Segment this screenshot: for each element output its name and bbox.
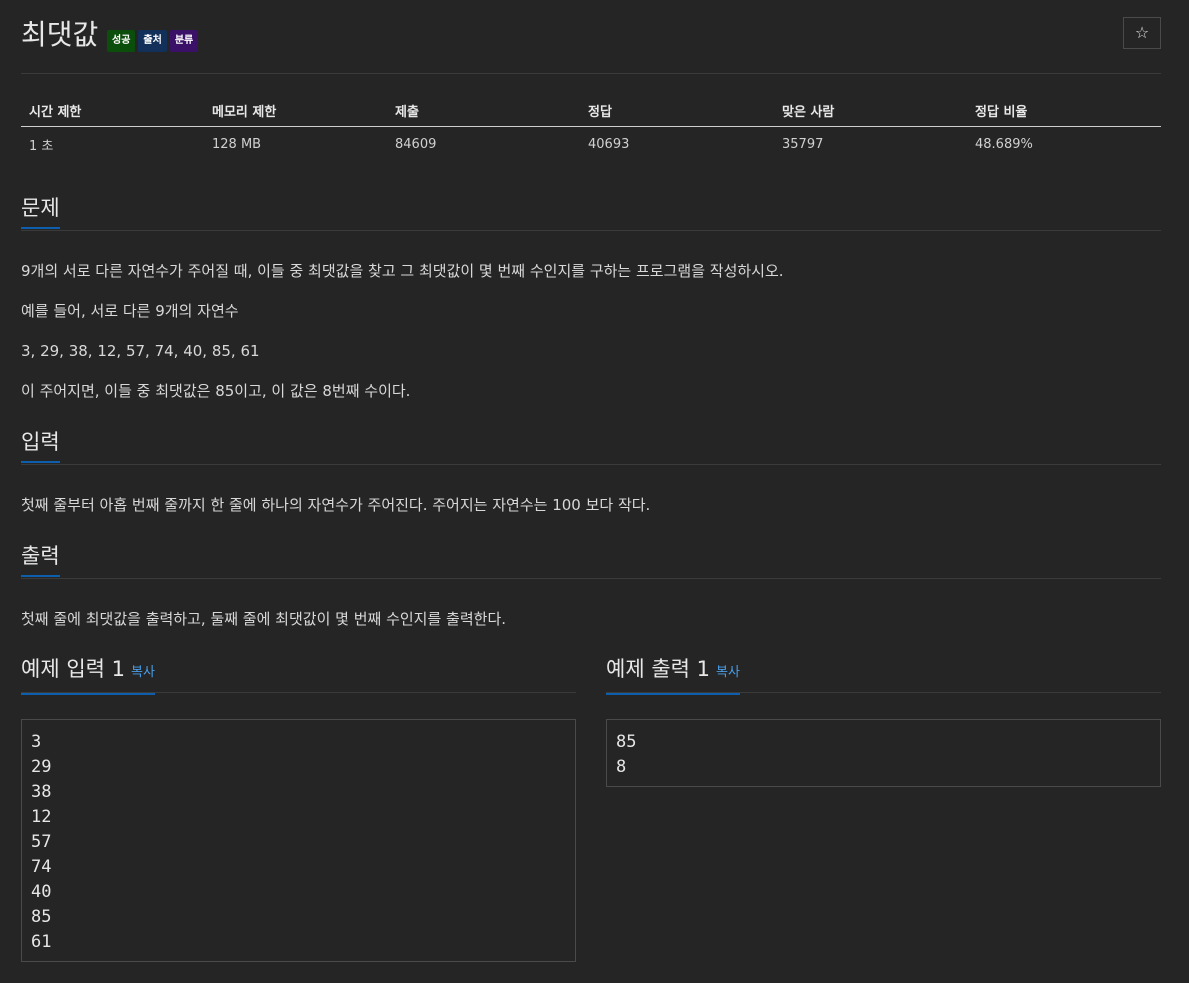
info-accept-ratio: 48.689%: [975, 136, 1033, 152]
info-time-limit: 1 초: [29, 138, 54, 154]
info-header-accept-ratio: 정답 비율: [967, 95, 1161, 127]
info-submissions[interactable]: 84609: [387, 127, 580, 162]
input-text: 첫째 줄부터 아홉 번째 줄까지 한 줄에 하나의 자연수가 주어진다. 주어지…: [21, 496, 651, 514]
sample-input-box[interactable]: 3 29 38 12 57 74 40 85 61: [21, 719, 576, 962]
problem-title: 최댓값: [21, 18, 99, 51]
copy-sample-input-button[interactable]: 복사: [131, 665, 155, 680]
sample-input-section: 예제 입력 1 복사 3 29 38 12 57 74 40 85 61: [21, 655, 576, 962]
problem-page: 최댓값 성공 출처 분류 ☆ 시간 제한 메모리 제한 제출 정답 맞은 사람 …: [21, 0, 1161, 962]
star-icon: ☆: [1134, 23, 1150, 42]
info-header-solved-users: 맞은 사람: [774, 95, 967, 127]
sample-output-title: 예제 출력 1 복사: [606, 655, 740, 695]
sample-output-section: 예제 출력 1 복사 85 8: [606, 655, 1161, 787]
info-memory-limit: 128 MB: [212, 136, 262, 152]
problem-info-table: 시간 제한 메모리 제한 제출 정답 맞은 사람 정답 비율 1 초 128 M…: [21, 95, 1161, 161]
source-badge[interactable]: 출처: [138, 30, 167, 52]
sample-output-heading: 예제 출력 1 복사: [606, 655, 1161, 695]
badge-group: 성공 출처 분류: [107, 30, 199, 52]
success-badge[interactable]: 성공: [107, 30, 136, 52]
problem-header: 최댓값 성공 출처 분류 ☆: [21, 0, 1161, 74]
info-header-memory-limit: 메모리 제한: [204, 95, 387, 127]
description-line: 이 주어지면, 이들 중 최댓값은 85이고, 이 값은 8번째 수이다.: [21, 382, 411, 400]
info-header-time-limit: 시간 제한: [21, 95, 204, 127]
output-title: 출력: [21, 542, 60, 577]
info-header-accepted: 정답: [580, 95, 774, 127]
category-badge[interactable]: 분류: [169, 30, 199, 52]
info-header-row: 시간 제한 메모리 제한 제출 정답 맞은 사람 정답 비율: [21, 95, 1161, 127]
sample-input-title: 예제 입력 1 복사: [21, 655, 155, 695]
info-accepted[interactable]: 40693: [580, 127, 774, 162]
output-text: 첫째 줄에 최댓값을 출력하고, 둘째 줄에 최댓값이 몇 번째 수인지를 출력…: [21, 610, 507, 628]
info-solved-users[interactable]: 35797: [774, 127, 967, 162]
description-line: 9개의 서로 다른 자연수가 주어질 때, 이들 중 최댓값을 찾고 그 최댓값…: [21, 262, 784, 280]
output-section: 출력 첫째 줄에 최댓값을 출력하고, 둘째 줄에 최댓값이 몇 번째 수인지를…: [21, 542, 1161, 628]
description-section: 문제 9개의 서로 다른 자연수가 주어질 때, 이들 중 최댓값을 찾고 그 …: [21, 194, 1161, 400]
sample-input-title-text: 예제 입력 1: [21, 657, 125, 681]
description-line: 3, 29, 38, 12, 57, 74, 40, 85, 61: [21, 342, 260, 360]
sample-input-heading: 예제 입력 1 복사: [21, 655, 576, 695]
copy-sample-output-button[interactable]: 복사: [716, 665, 740, 680]
description-title: 문제: [21, 194, 60, 229]
info-header-submissions: 제출: [387, 95, 580, 127]
input-title: 입력: [21, 428, 60, 463]
sample-output-title-text: 예제 출력 1: [606, 657, 710, 681]
favorite-button[interactable]: ☆: [1123, 17, 1161, 49]
input-heading: 입력: [21, 428, 1161, 465]
input-section: 입력 첫째 줄부터 아홉 번째 줄까지 한 줄에 하나의 자연수가 주어진다. …: [21, 428, 1161, 514]
sample-output-box[interactable]: 85 8: [606, 719, 1161, 787]
description-line: 예를 들어, 서로 다른 9개의 자연수: [21, 302, 239, 320]
output-heading: 출력: [21, 542, 1161, 579]
info-value-row: 1 초 128 MB 84609 40693 35797 48.689%: [21, 127, 1161, 162]
description-heading: 문제: [21, 194, 1161, 231]
